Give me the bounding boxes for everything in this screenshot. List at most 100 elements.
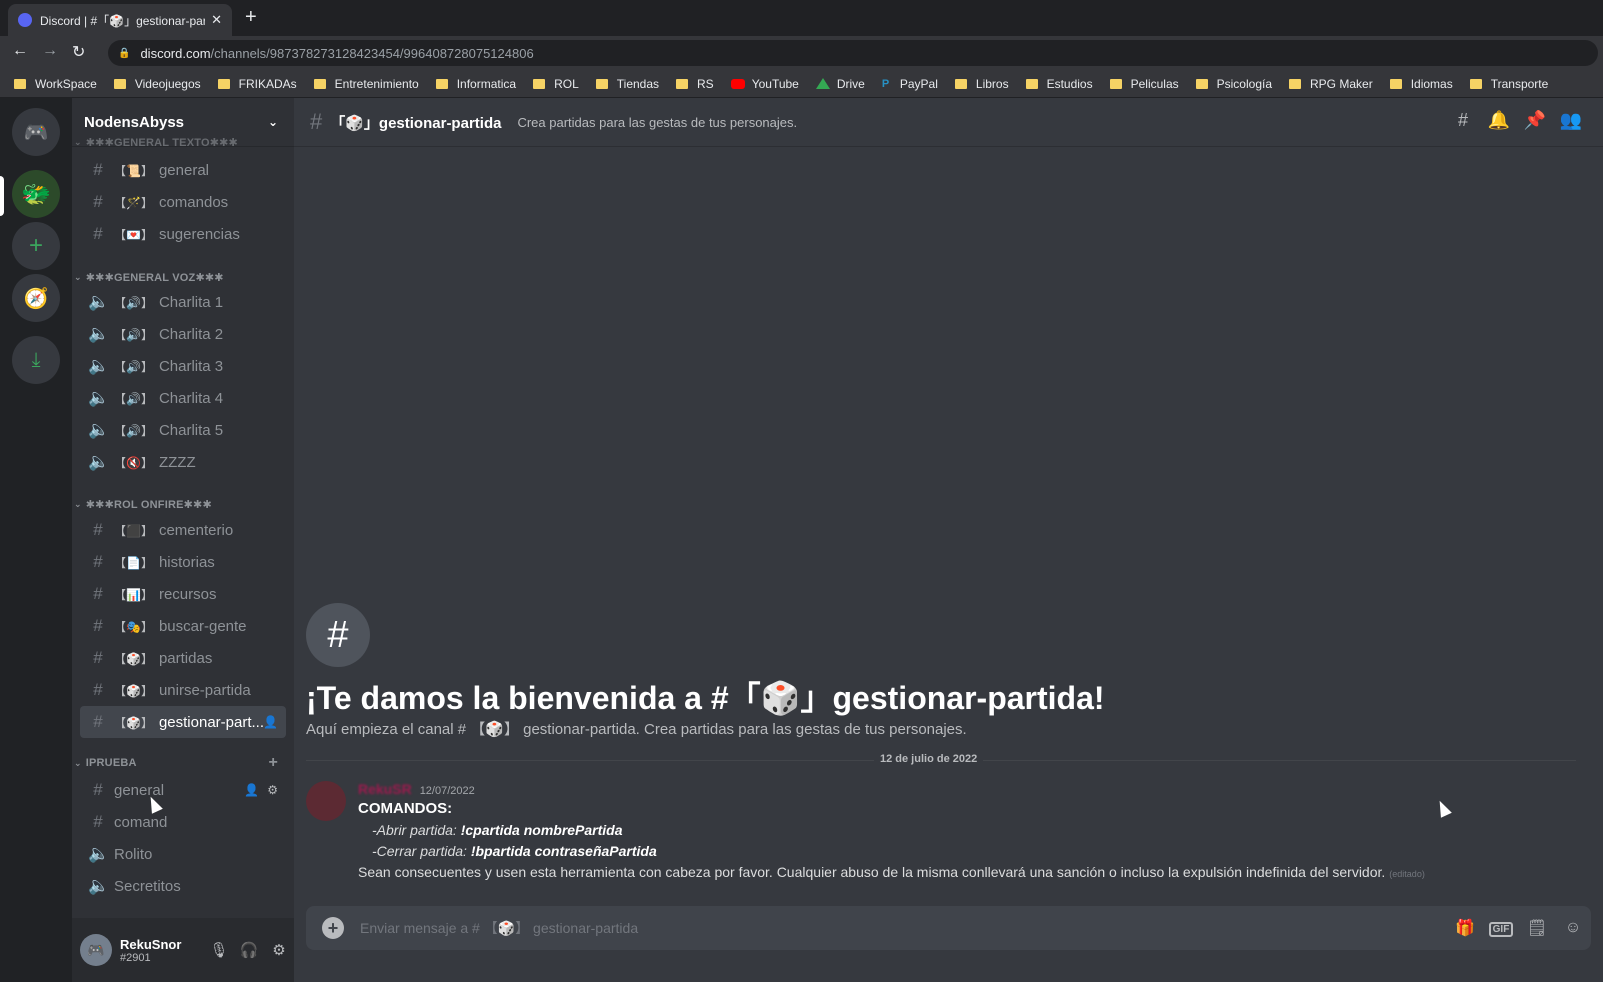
channel-item[interactable]: 🔈 【🔊】 Charlita 2	[80, 318, 286, 350]
threads-icon[interactable]: #	[1445, 110, 1481, 131]
channel-item[interactable]: # 【📊】 recursos	[80, 578, 286, 610]
text-channel-icon: #	[93, 552, 103, 571]
tab-close-icon[interactable]: ✕	[211, 12, 222, 28]
explore-servers-icon[interactable]: 🧭	[12, 274, 60, 322]
bookmark-item[interactable]: RS	[676, 77, 714, 91]
bookmark-item[interactable]: Peliculas	[1109, 77, 1179, 91]
address-bar[interactable]: 🔒 discord.com/channels/98737827312842345…	[108, 40, 1598, 66]
channel-settings-icon[interactable]: ⚙	[267, 783, 278, 797]
channel-emoji: 【🔊】	[114, 391, 153, 406]
category-prueba[interactable]: ⌄ IPRUEBA +	[72, 754, 294, 772]
folder-icon	[435, 78, 448, 89]
bookmark-item[interactable]: P PayPal	[882, 77, 938, 91]
sticker-icon[interactable]: 🗒	[1519, 918, 1555, 938]
bookmark-item[interactable]: Drive	[815, 77, 865, 91]
voice-channel-icon: 🔈	[88, 844, 110, 863]
channel-emoji: 【💌】	[114, 227, 153, 242]
user-avatar[interactable]: 🎮	[80, 934, 112, 966]
channel-item[interactable]: 🔈 Secretitos	[80, 870, 286, 902]
bookmark-item[interactable]: Libros	[954, 76, 1009, 91]
channel-item[interactable]: 🔈 【🔊】 Charlita 4	[80, 382, 286, 414]
back-icon[interactable]: ←	[12, 42, 28, 60]
message-author-avatar[interactable]	[306, 781, 346, 821]
bookmark-item[interactable]: Transporte	[1469, 77, 1548, 91]
message-composer[interactable]: + Enviar mensaje a # 【🎲】 gestionar-parti…	[306, 906, 1591, 950]
pinned-messages-icon[interactable]: 📌	[1517, 110, 1553, 131]
category-rol-onfire[interactable]: ⌄ ✱✱✱ROL ONFIRE✱✱✱	[72, 495, 294, 513]
category-label: ✱✱✱GENERAL TEXTO✱✱✱	[85, 138, 238, 146]
channel-item[interactable]: # 【🪄】 comandos	[80, 186, 286, 218]
message-author[interactable]: RekuSR	[358, 781, 412, 797]
invite-icon[interactable]: 👤	[244, 783, 259, 797]
open-label: -Abrir partida:	[372, 822, 461, 838]
caret-icon: ⌄	[74, 271, 82, 282]
channel-item[interactable]: 🔈 【🔇】 ZZZZ	[80, 446, 286, 478]
channel-item[interactable]: 🔈 Rolito	[80, 838, 286, 870]
channel-emoji: 【📄】	[114, 555, 153, 570]
browser-tab[interactable]: Discord | #「🎲」gestionar-partida ✕	[8, 4, 232, 36]
notification-bell-icon[interactable]: 🔔	[1481, 110, 1517, 131]
category-general-texto[interactable]: ⌄ ✱✱✱GENERAL TEXTO✱✱✱	[72, 138, 294, 146]
bookmark-item[interactable]: Tiendas	[595, 77, 659, 91]
emoji-icon[interactable]: ☺	[1555, 919, 1591, 937]
username: RekuSnor	[120, 936, 182, 952]
channel-name-label: unirse-partida	[158, 681, 251, 699]
channel-item[interactable]: 🔈 【🔊】 Charlita 1	[80, 286, 286, 318]
channel-item[interactable]: # 【🎲】 partidas	[80, 642, 286, 674]
bookmark-label: ROL	[554, 76, 579, 91]
reload-icon[interactable]: ↻	[72, 42, 85, 62]
bookmark-label: WorkSpace	[35, 76, 97, 91]
message-body: Sean consecuentes y usen esta herramient…	[358, 864, 1425, 880]
channel-item[interactable]: 🔈 【🔊】 Charlita 3	[80, 350, 286, 382]
bookmark-item[interactable]: Idiomas	[1389, 77, 1453, 91]
bookmark-item[interactable]: RPG Maker	[1289, 77, 1373, 91]
channel-item[interactable]: # 【💌】 sugerencias	[80, 218, 286, 250]
channel-item[interactable]: # 【🎲】 gestionar-part... 👤	[80, 706, 286, 738]
invite-icon[interactable]: 👤	[263, 715, 278, 729]
browser-toolbar: ← → ↻ 🔒 discord.com/channels/98737827312…	[0, 36, 1603, 70]
bookmark-label: Libros	[975, 76, 1009, 91]
add-attachment-icon[interactable]: +	[322, 917, 344, 939]
download-apps-icon[interactable]: ⤓	[12, 336, 60, 384]
create-channel-icon[interactable]: +	[268, 754, 278, 772]
category-label: ✱✱✱GENERAL VOZ✱✱✱	[85, 271, 224, 284]
channel-name-label: sugerencias	[158, 225, 240, 243]
channel-emoji: 【🎭】	[114, 619, 153, 634]
add-server-icon[interactable]: +	[12, 222, 60, 270]
channel-item[interactable]: 🔈 【🔊】 Charlita 5	[80, 414, 286, 446]
channel-item[interactable]: # 【📄】 historias	[80, 546, 286, 578]
member-list-icon[interactable]: 👥	[1553, 110, 1589, 131]
channel-item[interactable]: # 【🎲】 unirse-partida	[80, 674, 286, 706]
new-tab-button[interactable]: +	[245, 6, 257, 29]
bookmark-item[interactable]: WorkSpace	[14, 77, 97, 91]
bookmark-item[interactable]: YouTube	[730, 77, 799, 91]
discord-home-icon[interactable]: 🎮	[12, 108, 60, 156]
gif-picker-button[interactable]: GIF	[1483, 919, 1519, 937]
channel-item[interactable]: # general 👤 ⚙	[80, 774, 286, 806]
message-timestamp: 12/07/2022	[419, 785, 475, 797]
bookmark-item[interactable]: FRIKADAs	[217, 77, 297, 91]
channel-emoji: 【🔊】	[114, 359, 153, 374]
channel-topic[interactable]: Crea partidas para las gestas de tus per…	[517, 115, 797, 130]
settings-gear-icon[interactable]: ⚙	[264, 941, 294, 959]
headphones-icon[interactable]: 🎧	[234, 941, 264, 959]
channel-item[interactable]: # 【⬛】 cementerio	[80, 514, 286, 546]
gift-icon[interactable]: 🎁	[1447, 918, 1483, 938]
microphone-icon[interactable]: 🎙	[204, 941, 234, 959]
bookmark-item[interactable]: Informatica	[435, 77, 516, 91]
folder-icon	[1195, 78, 1208, 89]
text-channel-icon: #	[93, 712, 103, 731]
channel-item[interactable]: # 【🎭】 buscar-gente	[80, 610, 286, 642]
bookmark-item[interactable]: ROL	[533, 77, 579, 91]
bookmark-item[interactable]: Estudios	[1025, 77, 1093, 91]
bookmark-item[interactable]: Psicología	[1195, 76, 1273, 91]
bookmark-label: Psicología	[1216, 76, 1273, 91]
message-input[interactable]: Enviar mensaje a # 【🎲】 gestionar-partida	[360, 918, 1447, 938]
server-nodensabyss-icon[interactable]: 🐲	[12, 170, 60, 218]
channel-item[interactable]: # comand	[80, 806, 286, 838]
forward-icon[interactable]: →	[42, 42, 58, 60]
bookmark-item[interactable]: Videojuegos	[113, 77, 201, 91]
category-general-voz[interactable]: ⌄ ✱✱✱GENERAL VOZ✱✱✱	[72, 268, 294, 286]
bookmark-item[interactable]: Entretenimiento	[313, 77, 419, 91]
channel-item[interactable]: # 【📜】 general	[80, 154, 286, 186]
